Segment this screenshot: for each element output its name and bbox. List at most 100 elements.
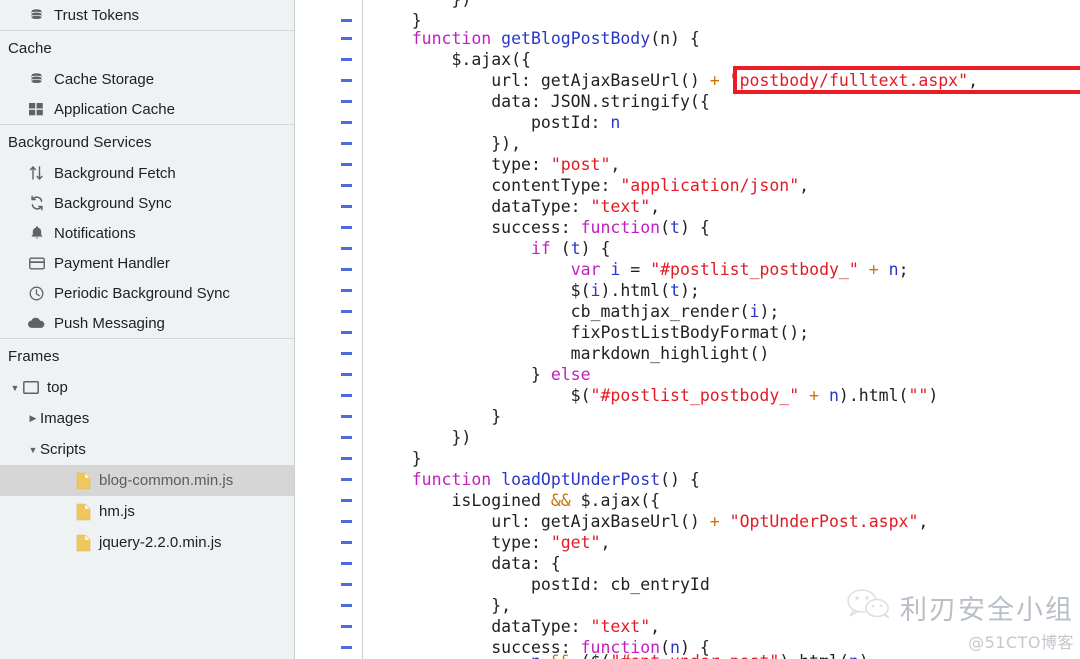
sidebar-item-periodic-background-sync[interactable]: Periodic Background Sync — [0, 278, 294, 308]
code-line-text: n && ($("#opt_under_post").html(n), — [372, 651, 879, 659]
code-line[interactable]: isLogined && $.ajax({ — [296, 490, 1080, 511]
frames-tree-item-scripts[interactable]: ▼ Scripts — [0, 434, 294, 465]
clock-icon — [28, 285, 45, 302]
code-line[interactable]: url: getAjaxBaseUrl() + "OptUnderPost.as… — [296, 511, 1080, 532]
code-line[interactable]: type: "get", — [296, 532, 1080, 553]
code-line[interactable]: } else — [296, 364, 1080, 385]
sidebar-item-cache-storage[interactable]: Cache Storage — [0, 64, 294, 94]
code-token: var — [570, 260, 601, 279]
sidebar-group: Cache Cache Storage Application Cache — [0, 31, 294, 125]
chevron-right-icon[interactable]: ▶ — [26, 413, 40, 424]
code-line[interactable]: }) — [296, 427, 1080, 448]
sidebar-item-application-cache[interactable]: Application Cache — [0, 94, 294, 124]
code-line[interactable]: var i = "#postlist_postbody_" + n; — [296, 259, 1080, 280]
code-line-text: dataType: "text", — [372, 196, 660, 217]
sidebar-item-trust-tokens[interactable]: Trust Tokens — [0, 0, 294, 30]
sidebar-group: Trust Tokens — [0, 0, 294, 31]
code-token: url: getAjaxBaseUrl() — [372, 71, 710, 90]
code-line-text: function loadOptUnderPost() { — [372, 469, 700, 490]
line-marker-dash — [341, 58, 352, 61]
sidebar-item-background-sync[interactable]: Background Sync — [0, 188, 294, 218]
file-icon — [74, 503, 92, 520]
code-token: url: getAjaxBaseUrl() — [372, 512, 710, 531]
database-icon — [28, 71, 45, 88]
code-line[interactable]: postId: n — [296, 112, 1080, 133]
code-token: = — [620, 260, 651, 279]
frames-tree-item-images[interactable]: ▶ Images — [0, 403, 294, 434]
code-line[interactable]: $.ajax({ — [296, 49, 1080, 70]
code-line[interactable]: $(i).html(t); — [296, 280, 1080, 301]
code-line[interactable]: } — [296, 406, 1080, 427]
code-token: ).html( — [779, 652, 849, 659]
code-line[interactable]: type: "post", — [296, 154, 1080, 175]
code-line[interactable]: dataType: "text", — [296, 616, 1080, 637]
code-line[interactable]: cb_mathjax_render(i); — [296, 301, 1080, 322]
code-line-text: } else — [372, 364, 591, 385]
code-token: postId: — [372, 113, 611, 132]
frames-tree-item-label: Images — [40, 410, 90, 427]
code-token: , — [918, 512, 929, 531]
code-line[interactable]: n && ($("#opt_under_post").html(n), — [296, 651, 1080, 659]
code-line[interactable]: } — [296, 448, 1080, 469]
frames-tree-item-hm-js[interactable]: hm.js — [0, 496, 294, 527]
sidebar-group: Background Services Background Fetch Backg… — [0, 125, 294, 339]
code-line[interactable]: }), — [296, 133, 1080, 154]
code-line[interactable]: contentType: "application/json", — [296, 175, 1080, 196]
code-token: fixPostListBodyFormat(); — [372, 323, 810, 342]
sidebar-item-background-fetch[interactable]: Background Fetch — [0, 158, 294, 188]
code-line[interactable]: postId: cb_entryId — [296, 574, 1080, 595]
sidebar-item-push-messaging[interactable]: Push Messaging — [0, 308, 294, 338]
line-marker-dash — [341, 268, 352, 271]
frames-tree-item-jquery-2-2-0-min-js[interactable]: jquery-2.2.0.min.js — [0, 527, 294, 558]
code-line[interactable]: data: JSON.stringify({ — [296, 91, 1080, 112]
code-line[interactable]: }, — [296, 595, 1080, 616]
code-line[interactable]: fixPostListBodyFormat(); — [296, 322, 1080, 343]
code-line[interactable]: url: getAjaxBaseUrl() + "postbody/fullte… — [296, 70, 1080, 91]
code-token: + — [709, 512, 720, 531]
code-line-text: postId: n — [372, 112, 620, 133]
application-sidebar[interactable]: Trust Tokens Cache Cache Storage Applicatio… — [0, 0, 295, 659]
code-line[interactable]: data: { — [296, 553, 1080, 574]
code-line[interactable]: success: function(t) { — [296, 217, 1080, 238]
code-line[interactable]: if (t) { — [296, 238, 1080, 259]
code-token: $.ajax({ — [372, 50, 531, 69]
code-token: ).html( — [838, 386, 909, 405]
code-token: ), — [859, 652, 879, 659]
code-token: ($( — [571, 652, 611, 659]
code-line[interactable]: }) — [296, 0, 1080, 10]
code-token: markdown_highlight() — [372, 344, 770, 363]
code-line[interactable]: $("#postlist_postbody_" + n).html("") — [296, 385, 1080, 406]
code-token: + — [709, 71, 720, 90]
code-line[interactable]: dataType: "text", — [296, 196, 1080, 217]
code-token: dataType: — [372, 617, 591, 636]
code-token: "" — [908, 386, 929, 405]
code-token: ) { — [679, 218, 710, 237]
line-marker-dash — [341, 625, 352, 628]
sidebar-item-payment-handler[interactable]: Payment Handler — [0, 248, 294, 278]
sidebar-item-notifications[interactable]: Notifications — [0, 218, 294, 248]
code-token: "post" — [550, 155, 611, 174]
code-token: cb_mathjax_render( — [372, 302, 750, 321]
frames-tree-item-blog-common-min-js[interactable]: blog-common.min.js — [0, 465, 294, 496]
code-token: $( — [372, 281, 591, 300]
frames-tree-item-top[interactable]: ▼ top — [0, 372, 294, 403]
code-line-text: url: getAjaxBaseUrl() + "postbody/fullte… — [372, 70, 978, 91]
chevron-down-icon[interactable]: ▼ — [8, 383, 22, 393]
source-code-viewer[interactable]: }) } function getBlogPostBody(n) { $.aja… — [296, 0, 1080, 659]
code-token: , — [650, 197, 661, 216]
sidebar-item-label: Application Cache — [54, 100, 175, 118]
line-marker-dash — [341, 121, 352, 124]
code-line[interactable]: markdown_highlight() — [296, 343, 1080, 364]
code-line-text: $(i).html(t); — [372, 280, 700, 301]
code-line-text: $("#postlist_postbody_" + n).html("") — [372, 385, 939, 406]
chevron-down-icon[interactable]: ▼ — [26, 445, 40, 455]
code-line[interactable]: function loadOptUnderPost() { — [296, 469, 1080, 490]
code-line[interactable]: function getBlogPostBody(n) { — [296, 28, 1080, 49]
code-token: ) { — [580, 239, 611, 258]
code-token: i — [749, 302, 760, 321]
code-line-text: } — [372, 406, 501, 427]
code-token: (n) { — [650, 29, 700, 48]
